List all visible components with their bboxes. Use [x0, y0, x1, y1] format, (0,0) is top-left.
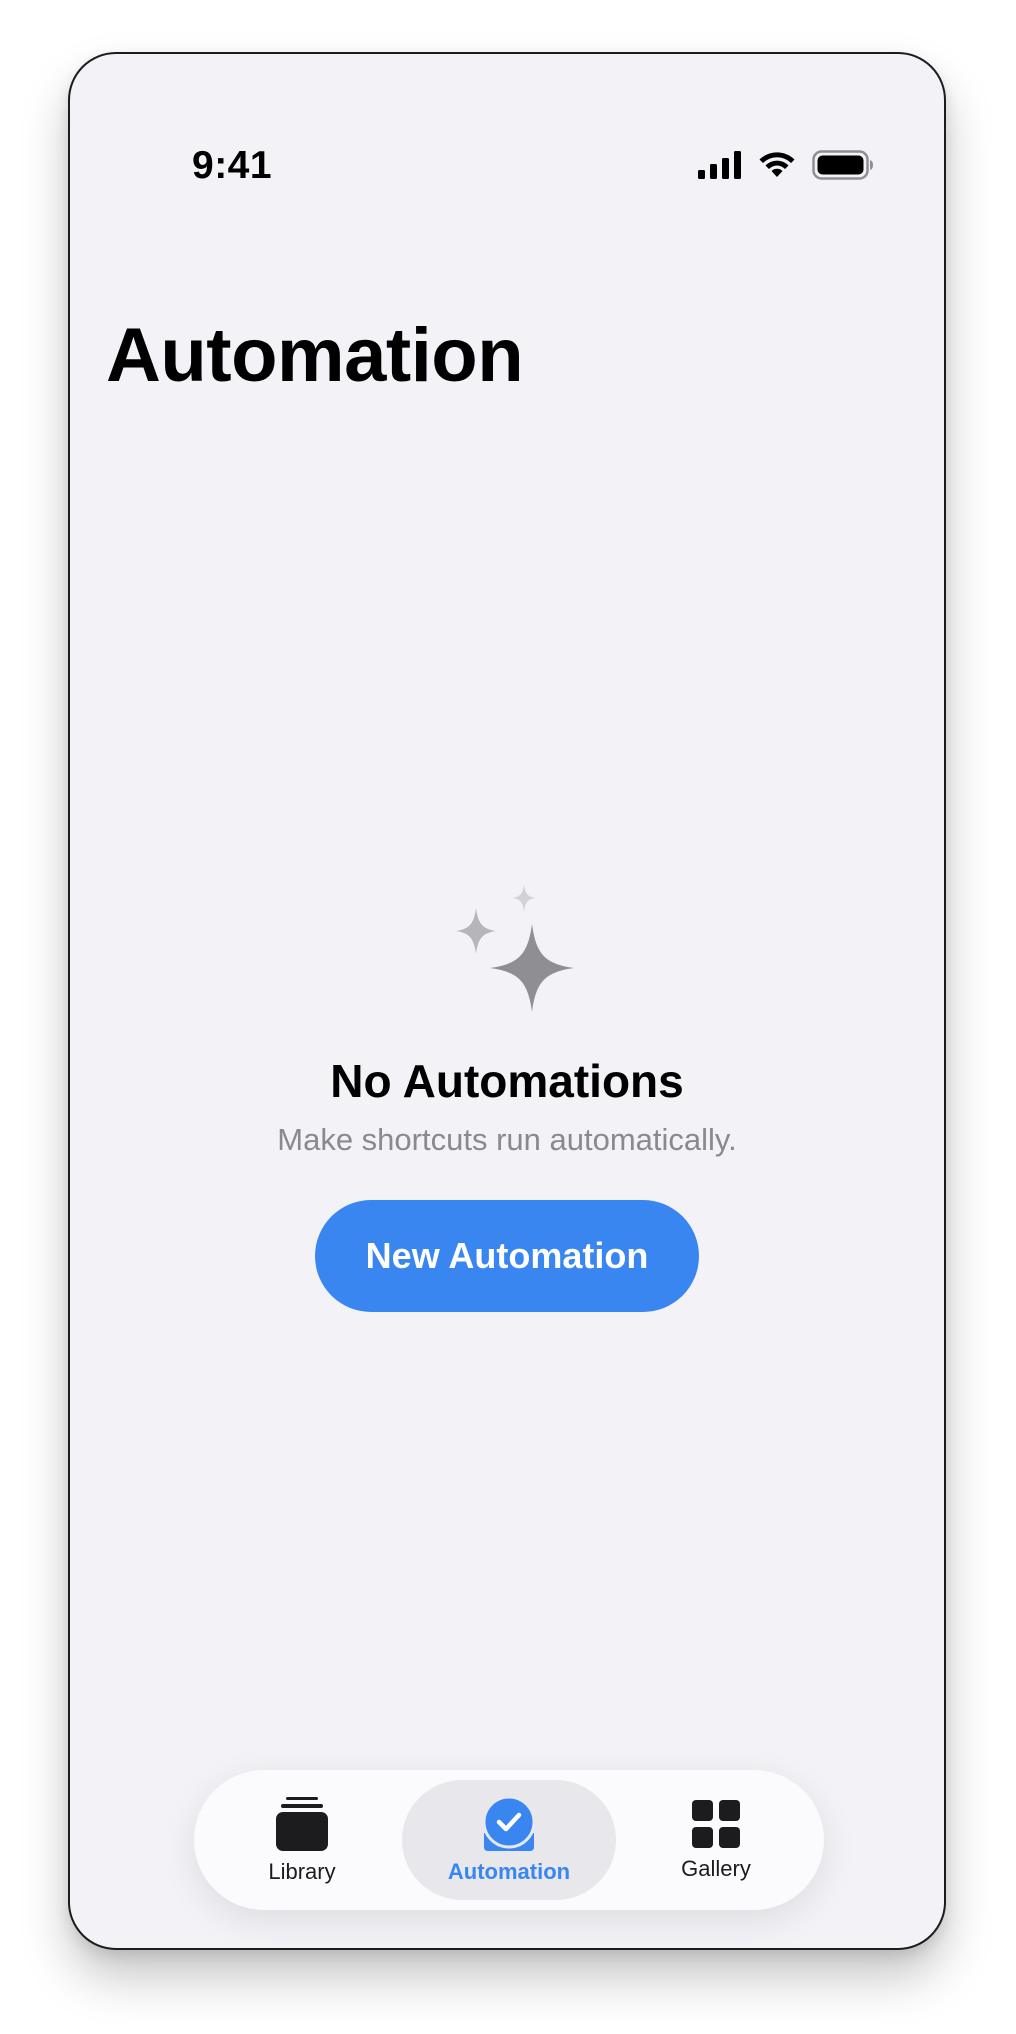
tab-library[interactable]: Library — [202, 1780, 402, 1900]
empty-state-subtitle: Make shortcuts run automatically. — [277, 1121, 737, 1157]
stack-icon — [276, 1797, 328, 1851]
status-icons — [698, 150, 874, 180]
tab-automation[interactable]: Automation — [402, 1780, 616, 1900]
phone-screen: 9:41 Automation No Automations Make shor… — [68, 52, 946, 1950]
status-time: 9:41 — [192, 144, 273, 187]
empty-state: No Automations Make shortcuts run automa… — [70, 884, 944, 1312]
sparkles-icon — [456, 884, 574, 1012]
page-title: Automation — [106, 313, 524, 398]
tab-gallery[interactable]: Gallery — [616, 1780, 816, 1900]
tab-library-label: Library — [268, 1859, 336, 1884]
battery-icon — [812, 150, 873, 180]
grid-icon — [692, 1800, 740, 1848]
tab-bar: Library Automation Gallery — [194, 1770, 824, 1910]
wifi-icon — [759, 152, 795, 177]
tab-gallery-label: Gallery — [681, 1856, 751, 1881]
tab-automation-label: Automation — [447, 1859, 571, 1884]
clock-check-icon — [482, 1795, 536, 1851]
new-automation-button[interactable]: New Automation — [315, 1199, 699, 1312]
screenshot-canvas: 9:41 Automation No Automations Make shor… — [0, 0, 1016, 2034]
cellular-signal-icon — [698, 151, 741, 179]
empty-state-title: No Automations — [330, 1055, 684, 1107]
